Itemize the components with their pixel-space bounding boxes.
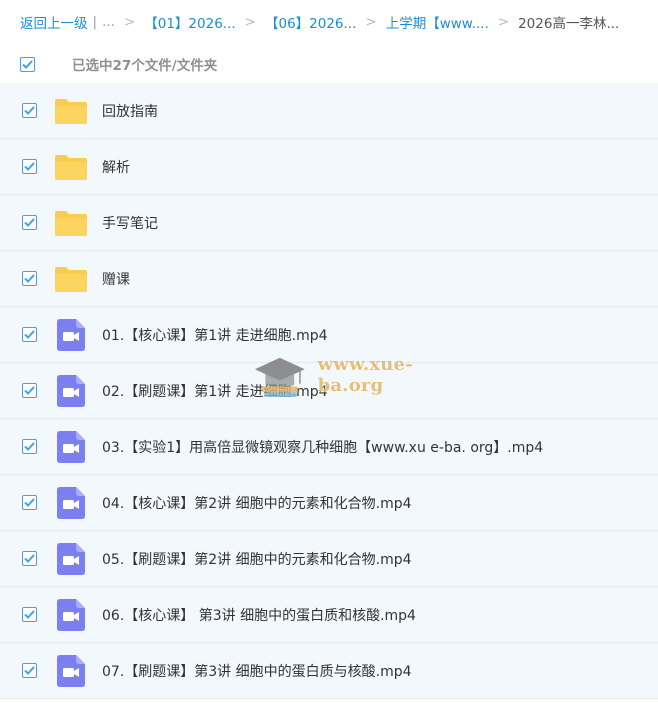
file-row[interactable]: 03.【实验1】用高倍显微镜观察几种细胞【www.xu e-ba. org】.m… xyxy=(0,419,658,475)
file-row[interactable]: 01.【核心课】第1讲 走进细胞.mp4 xyxy=(0,307,658,363)
checkmark-icon xyxy=(24,498,35,507)
file-name[interactable]: 05.【刷题课】第2讲 细胞中的元素和化合物.mp4 xyxy=(102,549,412,569)
file-row[interactable]: 07.【刷题课】第3讲 细胞中的蛋白质与核酸.mp4 xyxy=(0,643,658,699)
checkmark-icon xyxy=(24,442,35,451)
file-name[interactable]: 回放指南 xyxy=(102,101,158,121)
checkmark-icon xyxy=(24,610,35,619)
file-row[interactable]: 06.【核心课】 第3讲 细胞中的蛋白质和核酸.mp4 xyxy=(0,587,658,643)
video-file-icon xyxy=(54,486,88,520)
file-row[interactable]: 05.【刷题课】第2讲 细胞中的元素和化合物.mp4 xyxy=(0,531,658,587)
folder-icon xyxy=(54,206,88,240)
breadcrumb-separator: > xyxy=(365,14,377,30)
checkmark-icon xyxy=(22,59,33,69)
file-checkbox[interactable] xyxy=(22,103,37,118)
file-name[interactable]: 04.【核心课】第2讲 细胞中的元素和化合物.mp4 xyxy=(102,493,412,513)
file-checkbox[interactable] xyxy=(22,215,37,230)
file-name[interactable]: 赠课 xyxy=(102,269,130,289)
back-link[interactable]: 返回上一级 xyxy=(20,12,88,32)
file-checkbox[interactable] xyxy=(22,607,37,622)
breadcrumb-separator: > xyxy=(244,14,256,30)
file-name[interactable]: 07.【刷题课】第3讲 细胞中的蛋白质与核酸.mp4 xyxy=(102,661,412,681)
file-checkbox[interactable] xyxy=(22,663,37,678)
file-row[interactable]: 解析 xyxy=(0,139,658,195)
file-name[interactable]: 01.【核心课】第1讲 走进细胞.mp4 xyxy=(102,325,328,345)
file-name[interactable]: 06.【核心课】 第3讲 细胞中的蛋白质和核酸.mp4 xyxy=(102,605,416,625)
file-name[interactable]: 03.【实验1】用高倍显微镜观察几种细胞【www.xu e-ba. org】.m… xyxy=(102,437,543,457)
breadcrumb: 返回上一级 | ... > 【01】2026... > 【06】2026... … xyxy=(0,0,658,44)
file-list: 回放指南解析手写笔记赠课 01.【核心课】第1讲 走进细胞.mp4 02.【刷题课】… xyxy=(0,83,658,699)
file-checkbox[interactable] xyxy=(22,383,37,398)
selection-bar: 已选中27个文件/文件夹 xyxy=(0,44,658,84)
folder-icon xyxy=(54,150,88,184)
breadcrumb-current: 2026高一李林... xyxy=(518,16,620,32)
select-all-checkbox[interactable] xyxy=(20,56,35,72)
file-name[interactable]: 02.【刷题课】第1讲 走进细胞.mp4 xyxy=(102,381,328,401)
file-row[interactable]: 回放指南 xyxy=(0,83,658,139)
breadcrumb-separator: > xyxy=(123,14,136,30)
checkmark-icon xyxy=(24,554,35,563)
checkmark-icon xyxy=(24,666,35,675)
file-name[interactable]: 解析 xyxy=(102,157,130,177)
checkmark-icon xyxy=(24,330,35,339)
file-name[interactable]: 手写笔记 xyxy=(102,213,158,233)
file-checkbox[interactable] xyxy=(22,327,37,342)
file-row[interactable]: 02.【刷题课】第1讲 走进细胞.mp4 xyxy=(0,363,658,419)
checkmark-icon xyxy=(24,386,35,395)
checkmark-icon xyxy=(24,218,35,227)
checkmark-icon xyxy=(24,106,35,115)
file-checkbox[interactable] xyxy=(22,551,37,566)
file-row[interactable]: 04.【核心课】第2讲 细胞中的元素和化合物.mp4 xyxy=(0,475,658,531)
file-checkbox[interactable] xyxy=(22,159,37,174)
folder-icon xyxy=(54,262,88,296)
file-checkbox[interactable] xyxy=(22,439,37,454)
breadcrumb-item-1[interactable]: 【01】2026... xyxy=(144,12,235,32)
folder-icon xyxy=(54,94,88,128)
breadcrumb-separator: > xyxy=(497,14,510,30)
file-row[interactable]: 手写笔记 xyxy=(0,195,658,251)
video-file-icon xyxy=(54,598,88,632)
breadcrumb-ellipsis[interactable]: ... xyxy=(102,14,115,30)
video-file-icon xyxy=(54,318,88,352)
breadcrumb-divider: | xyxy=(92,14,98,30)
file-checkbox[interactable] xyxy=(22,271,37,286)
video-file-icon xyxy=(54,374,88,408)
video-file-icon xyxy=(54,430,88,464)
file-row[interactable]: 赠课 xyxy=(0,251,658,307)
selection-count-text: 已选中27个文件/文件夹 xyxy=(72,58,218,74)
breadcrumb-item-3[interactable]: 上学期【www.... xyxy=(386,12,489,32)
video-file-icon xyxy=(54,542,88,576)
video-file-icon xyxy=(54,654,88,688)
checkmark-icon xyxy=(24,274,35,283)
breadcrumb-item-2[interactable]: 【06】2026... xyxy=(265,12,356,32)
checkmark-icon xyxy=(24,162,35,171)
file-checkbox[interactable] xyxy=(22,495,37,510)
